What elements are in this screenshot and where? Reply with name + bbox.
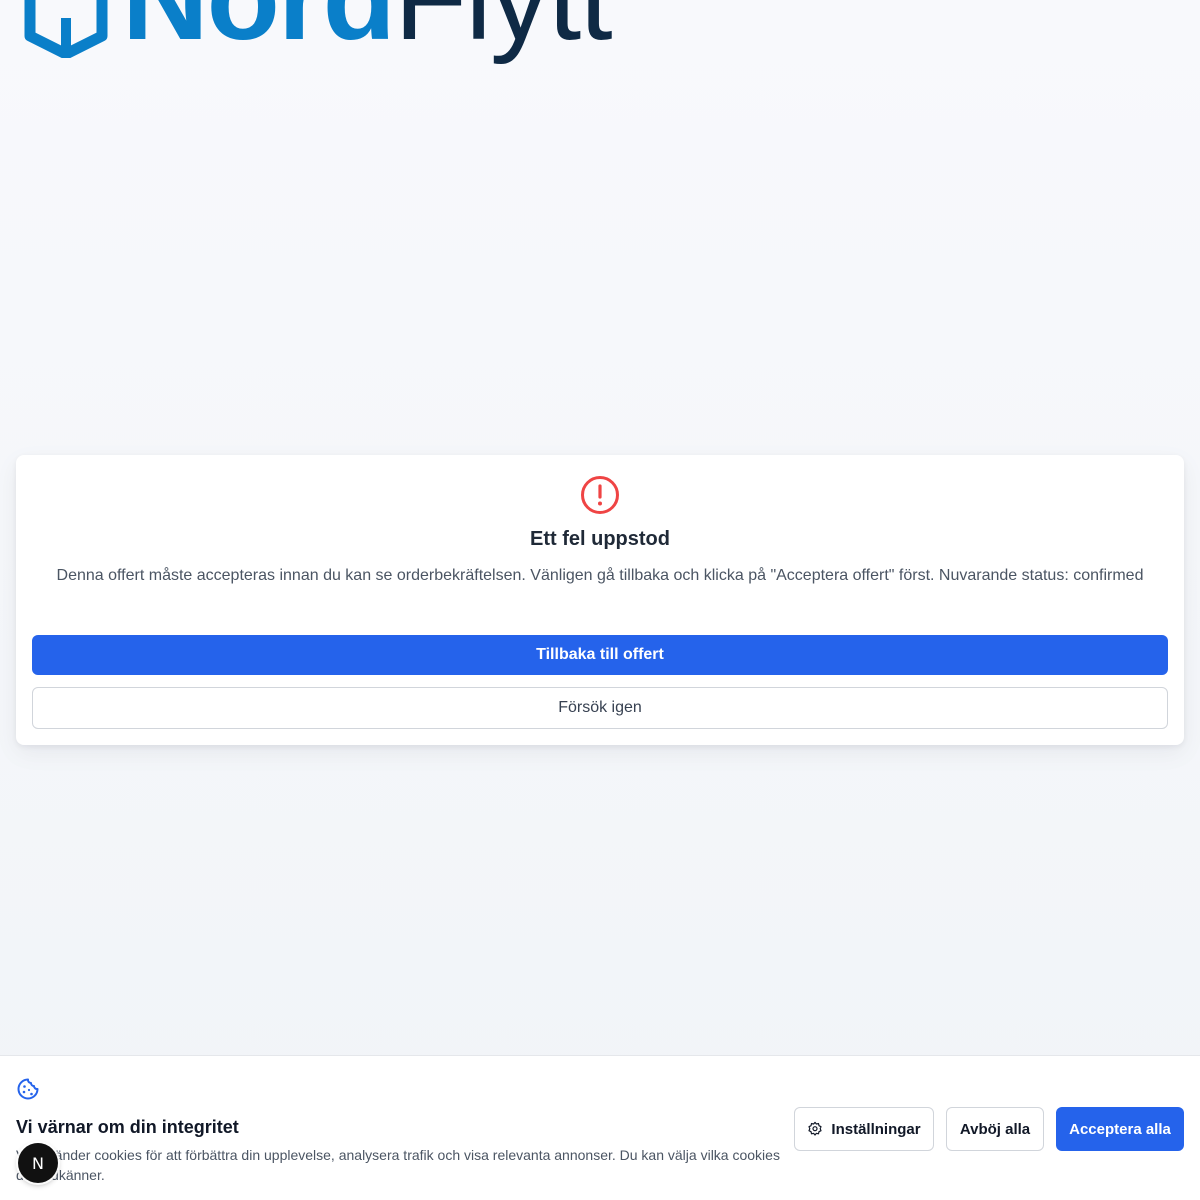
box-logo-icon [24, 0, 108, 58]
error-message: Denna offert måste accepteras innan du k… [56, 567, 1144, 584]
logo-text-primary: Nord [122, 0, 396, 65]
cookie-icon [17, 1078, 39, 1100]
cookie-title: Vi värnar om din integritet [16, 1117, 239, 1137]
cookie-accept-all-button[interactable]: Acceptera alla [1056, 1107, 1184, 1151]
brand-logo[interactable]: NordFlytt [24, 0, 724, 58]
cookie-banner: Vi värnar om din integritet Vi använder … [0, 1055, 1200, 1200]
cookie-description: Vi använder cookies för att förbättra di… [16, 1147, 780, 1183]
back-to-offer-button[interactable]: Tillbaka till offert [32, 635, 1168, 675]
nextjs-dev-badge[interactable]: N [18, 1143, 58, 1183]
cookie-settings-button[interactable]: Inställningar [794, 1107, 934, 1151]
gear-icon [808, 1121, 823, 1136]
cookie-reject-all-button[interactable]: Avböj alla [946, 1107, 1044, 1151]
logo-wordmark: NordFlytt [122, 0, 613, 58]
error-card: Ett fel uppstod Denna offert måste accep… [16, 455, 1184, 745]
cookie-settings-label: Inställningar [831, 1120, 921, 1138]
alert-circle-icon [581, 476, 619, 514]
error-title: Ett fel uppstod [530, 528, 670, 550]
retry-button[interactable]: Försök igen [32, 687, 1168, 729]
nextjs-icon: N [32, 1153, 44, 1173]
logo-text-secondary: Flytt [394, 0, 613, 65]
